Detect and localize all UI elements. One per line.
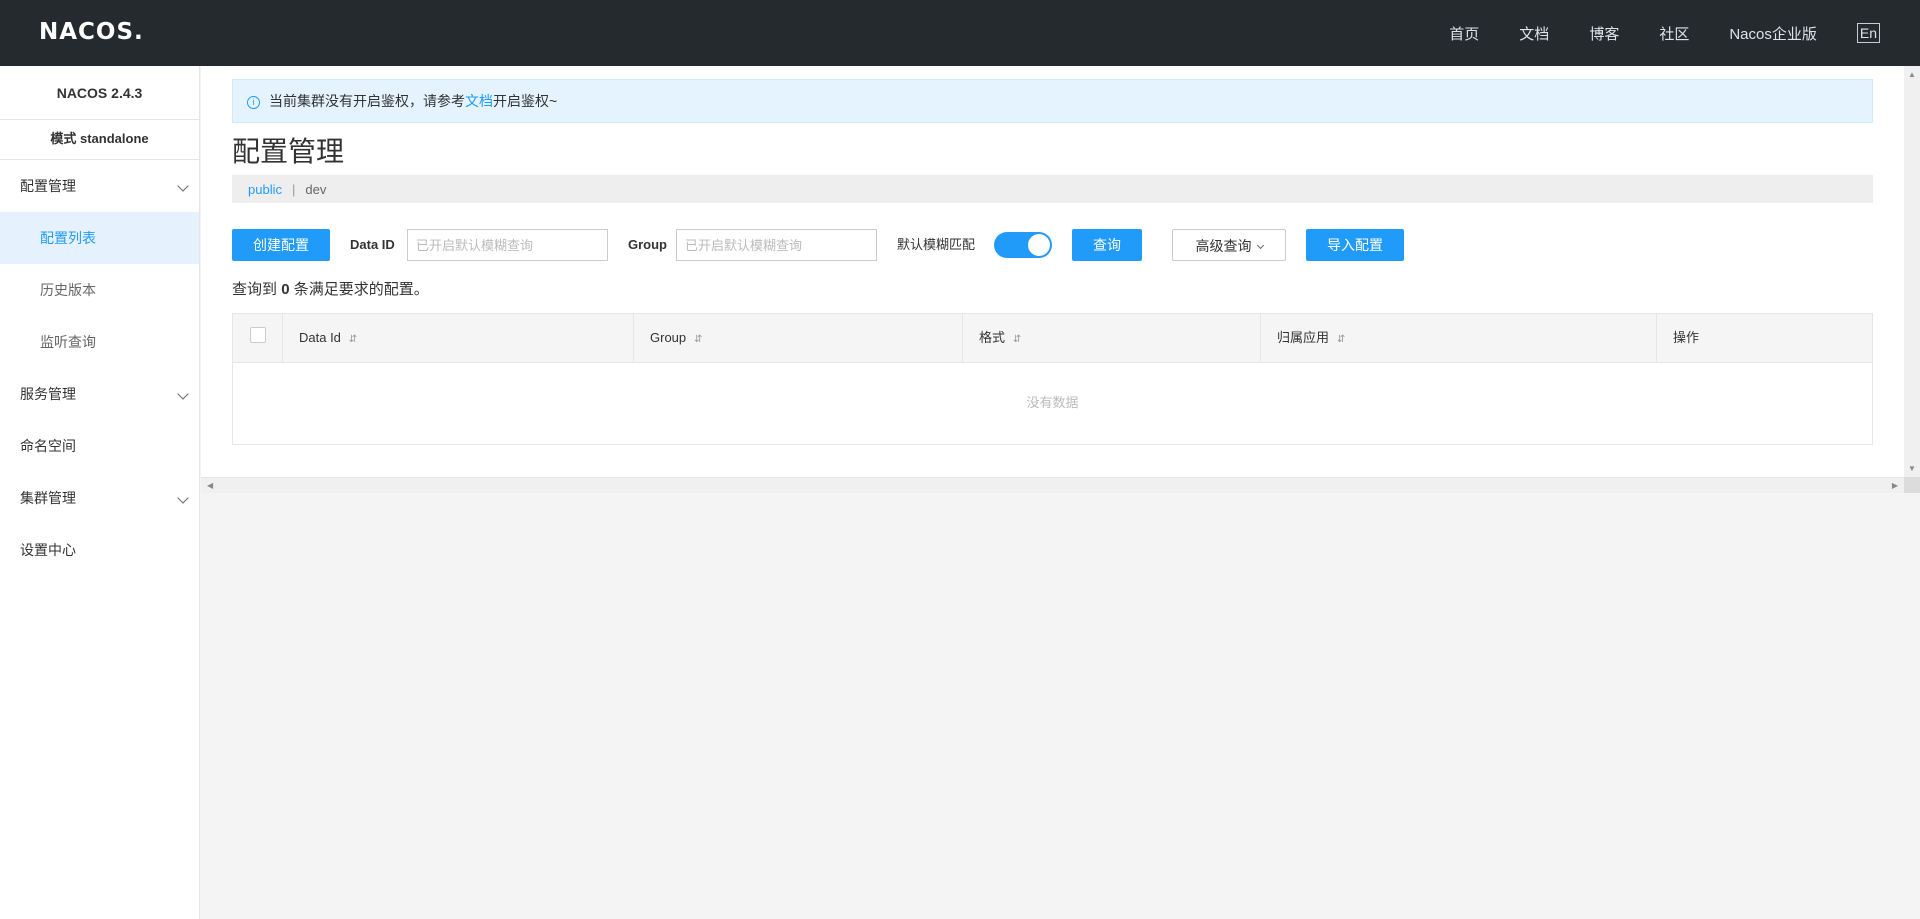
sort-icon[interactable]: ⇵	[1013, 334, 1021, 345]
fuzzy-match-label: 默认模糊匹配	[897, 237, 976, 252]
sidebar-group-config[interactable]: 配置管理	[0, 160, 199, 212]
sidebar-group-label: 命名空间	[20, 438, 76, 454]
sidebar-group-label: 集群管理	[20, 490, 76, 506]
scroll-down-icon[interactable]: ▼	[1908, 464, 1916, 473]
alert-docs-link[interactable]: 文档	[465, 91, 493, 111]
scroll-up-icon[interactable]: ▲	[1908, 70, 1916, 79]
sidebar-group-service[interactable]: 服务管理	[0, 368, 199, 420]
language-toggle-button[interactable]: En	[1856, 23, 1880, 43]
top-nav: 首页 文档 博客 社区 Nacos企业版 En	[1449, 0, 1920, 66]
config-table: Data Id ⇵ Group ⇵ 格式 ⇵ 归属应用 ⇵ 操作 没有数据	[232, 313, 1873, 445]
auth-alert: i 当前集群没有开启鉴权，请参考 文档 开启鉴权~	[232, 79, 1873, 123]
alert-suffix: 开启鉴权~	[493, 93, 558, 109]
sidebar-item-config-list[interactable]: 配置列表	[0, 212, 199, 264]
data-id-input[interactable]	[407, 229, 608, 261]
sort-icon[interactable]: ⇵	[1337, 334, 1345, 345]
column-data-id[interactable]: Data Id ⇵	[283, 314, 634, 362]
nav-docs[interactable]: 文档	[1519, 23, 1549, 44]
import-config-button[interactable]: 导入配置	[1306, 229, 1404, 261]
sidebar-group-label: 服务管理	[20, 386, 76, 402]
namespace-public[interactable]: public	[248, 182, 282, 197]
column-label: 操作	[1673, 330, 1700, 345]
version-title: NACOS 2.4.3	[0, 66, 199, 120]
column-app[interactable]: 归属应用 ⇵	[1261, 314, 1657, 362]
sidebar-item-namespace[interactable]: 命名空间	[0, 420, 199, 472]
group-label: Group	[628, 237, 667, 252]
namespace-bar: public | dev	[232, 175, 1873, 203]
vertical-scrollbar[interactable]: ▲ ▼	[1904, 66, 1920, 477]
select-all-cell	[233, 314, 283, 362]
search-toolbar: 创建配置 Data ID Group 默认模糊匹配 查询 高级查询 导入配置	[232, 229, 1873, 261]
advanced-query-label: 高级查询	[1195, 238, 1252, 254]
scroll-left-icon[interactable]: ◀	[207, 481, 213, 490]
chevron-down-icon	[177, 492, 189, 504]
result-prefix: 查询到	[232, 281, 278, 298]
namespace-dev[interactable]: dev	[305, 182, 326, 197]
column-label: 格式	[979, 330, 1006, 345]
sidebar-item-history[interactable]: 历史版本	[0, 264, 199, 316]
result-summary: 查询到 0 条满足要求的配置。	[232, 278, 429, 299]
nav-enterprise[interactable]: Nacos企业版	[1729, 23, 1817, 44]
column-label: Group	[650, 330, 687, 345]
column-label: 归属应用	[1277, 330, 1330, 345]
horizontal-scrollbar[interactable]: ◀ ▶	[201, 477, 1904, 493]
nav-community[interactable]: 社区	[1659, 23, 1689, 44]
sidebar-group-label: 配置管理	[20, 178, 76, 194]
result-suffix: 条满足要求的配置。	[293, 281, 429, 298]
column-group[interactable]: Group ⇵	[634, 314, 963, 362]
sidebar-group-cluster[interactable]: 集群管理	[0, 472, 199, 524]
scroll-right-icon[interactable]: ▶	[1892, 481, 1898, 490]
page-title: 配置管理	[232, 135, 345, 168]
top-header: NACOS. 首页 文档 博客 社区 Nacos企业版 En	[0, 0, 1920, 66]
namespace-separator: |	[291, 181, 296, 197]
create-config-button[interactable]: 创建配置	[232, 229, 330, 261]
result-count: 0	[281, 281, 290, 298]
column-label: Data Id	[299, 330, 341, 345]
chevron-down-icon	[177, 388, 189, 400]
sidebar: NACOS 2.4.3 模式 standalone 配置管理 配置列表 历史版本…	[0, 66, 200, 919]
nav-home[interactable]: 首页	[1449, 23, 1479, 44]
nacos-logo[interactable]: NACOS.	[39, 19, 144, 45]
sidebar-item-settings[interactable]: 设置中心	[0, 524, 199, 576]
info-icon: i	[247, 95, 260, 109]
scrollbar-corner	[1904, 477, 1920, 493]
sidebar-group-label: 设置中心	[20, 542, 76, 558]
select-all-checkbox[interactable]	[250, 327, 266, 343]
group-input[interactable]	[676, 229, 877, 261]
fuzzy-match-toggle[interactable]	[994, 232, 1052, 258]
chevron-down-icon	[177, 180, 189, 192]
table-header: Data Id ⇵ Group ⇵ 格式 ⇵ 归属应用 ⇵ 操作	[233, 314, 1872, 363]
query-button[interactable]: 查询	[1072, 229, 1142, 261]
toggle-knob	[1028, 234, 1050, 256]
column-actions: 操作	[1657, 314, 1872, 362]
chevron-down-icon	[1256, 241, 1264, 250]
nav-blog[interactable]: 博客	[1589, 23, 1619, 44]
advanced-query-button[interactable]: 高级查询	[1172, 229, 1286, 261]
sort-icon[interactable]: ⇵	[694, 334, 702, 345]
empty-state: 没有数据	[1026, 395, 1079, 410]
main-panel: i 当前集群没有开启鉴权，请参考 文档 开启鉴权~ 配置管理 public | de…	[201, 66, 1904, 493]
data-id-label: Data ID	[350, 237, 395, 252]
alert-prefix: 当前集群没有开启鉴权，请参考	[269, 93, 465, 109]
sidebar-item-listener-query[interactable]: 监听查询	[0, 316, 199, 368]
sort-icon[interactable]: ⇵	[349, 334, 357, 345]
column-format[interactable]: 格式 ⇵	[963, 314, 1261, 362]
mode-label: 模式 standalone	[0, 120, 199, 160]
